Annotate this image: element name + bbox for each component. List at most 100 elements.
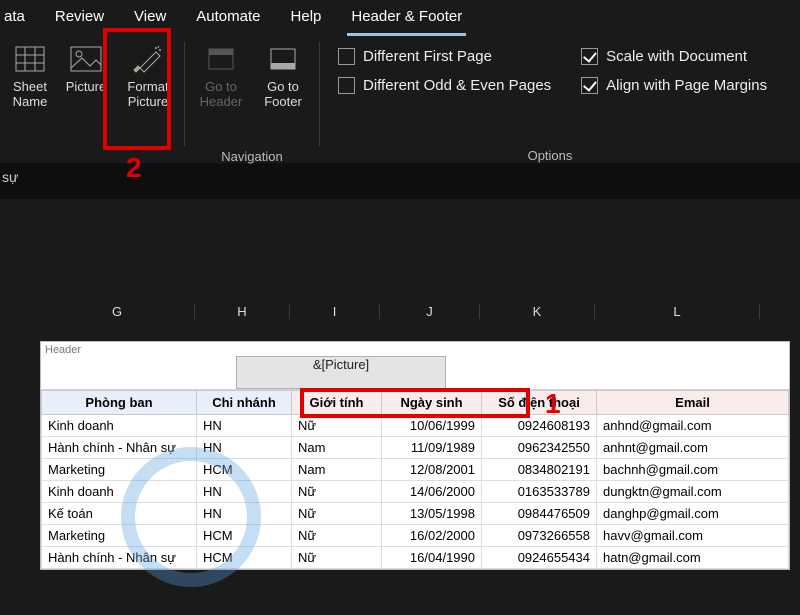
cell-phone[interactable]: 0163533789 <box>482 481 597 503</box>
checkbox-icon <box>338 48 355 65</box>
cell-dob[interactable]: 11/09/1989 <box>382 437 482 459</box>
cell-phone[interactable]: 0924608193 <box>482 415 597 437</box>
go-to-footer-button[interactable]: Go toFooter <box>253 36 313 145</box>
cell-dept[interactable]: Hành chính - Nhân sự <box>42 437 197 459</box>
col-K[interactable]: K <box>480 304 595 319</box>
cell-dob[interactable]: 12/08/2001 <box>382 459 482 481</box>
tab-header-footer[interactable]: Header & Footer <box>347 4 466 36</box>
diff-first-label: Different First Page <box>363 48 492 65</box>
annotation-number-2: 2 <box>126 152 142 184</box>
cell-dept[interactable]: Marketing <box>42 525 197 547</box>
tab-help[interactable]: Help <box>287 4 326 36</box>
th-phone[interactable]: Số điện thoại <box>482 391 597 415</box>
cell-branch[interactable]: HCM <box>197 525 292 547</box>
picture-label: Picture <box>66 80 106 95</box>
cell-dept[interactable]: Marketing <box>42 459 197 481</box>
cell-phone[interactable]: 0834802191 <box>482 459 597 481</box>
th-gender[interactable]: Giới tính <box>292 391 382 415</box>
cell-dob[interactable]: 16/04/1990 <box>382 547 482 569</box>
ribbon-tabs: ata Review View Automate Help Header & F… <box>0 0 800 36</box>
scale-doc-checkbox[interactable]: Scale with Document <box>575 46 773 67</box>
sheet-name-l1: Sheet <box>13 79 47 94</box>
cell-phone[interactable]: 0962342550 <box>482 437 597 459</box>
tab-review[interactable]: Review <box>51 4 108 36</box>
picture-button[interactable]: Picture <box>56 36 116 145</box>
cell-email[interactable]: havv@gmail.com <box>597 525 789 547</box>
go-header-l1: Go to <box>205 79 237 94</box>
header-left-box[interactable] <box>41 356 236 389</box>
sheet-name-button[interactable]: SheetName <box>6 36 54 145</box>
cell-gender[interactable]: Nữ <box>292 415 382 437</box>
cell-email[interactable]: bachnh@gmail.com <box>597 459 789 481</box>
col-G[interactable]: G <box>40 304 195 319</box>
cell-email[interactable]: hatn@gmail.com <box>597 547 789 569</box>
align-margins-checkbox[interactable]: Align with Page Margins <box>575 75 773 96</box>
paintbrush-icon <box>131 42 165 76</box>
table-row[interactable]: Hành chính - Nhân sựHNNam11/09/198909623… <box>42 437 789 459</box>
cell-gender[interactable]: Nữ <box>292 547 382 569</box>
th-branch[interactable]: Chi nhánh <box>197 391 292 415</box>
column-headers: G H I J K L <box>0 299 800 321</box>
th-email[interactable]: Email <box>597 391 789 415</box>
go-footer-l1: Go to <box>267 79 299 94</box>
th-dob[interactable]: Ngày sinh <box>382 391 482 415</box>
worksheet-page: Header &[Picture] Phòng ban Chi nhánh Gi… <box>40 341 790 570</box>
checkbox-icon <box>338 77 355 94</box>
tab-view[interactable]: View <box>130 4 170 36</box>
cell-gender[interactable]: Nữ <box>292 525 382 547</box>
format-picture-button[interactable]: FormatPicture <box>118 36 178 145</box>
checkbox-checked-icon <box>581 48 598 65</box>
cell-gender[interactable]: Nữ <box>292 481 382 503</box>
cell-dob[interactable]: 10/06/1999 <box>382 415 482 437</box>
cell-dept[interactable]: Kinh doanh <box>42 481 197 503</box>
cell-gender[interactable]: Nam <box>292 437 382 459</box>
cell-dob[interactable]: 16/02/2000 <box>382 525 482 547</box>
col-H[interactable]: H <box>195 304 290 319</box>
cell-dob[interactable]: 14/06/2000 <box>382 481 482 503</box>
sheet-grid-icon <box>13 42 47 76</box>
col-I[interactable]: I <box>290 304 380 319</box>
diff-first-page-checkbox[interactable]: Different First Page <box>332 46 557 67</box>
cell-dept[interactable]: Kinh doanh <box>42 415 197 437</box>
annotation-number-1: 1 <box>545 388 561 420</box>
table-row[interactable]: Kinh doanhHNNữ14/06/20000163533789dungkt… <box>42 481 789 503</box>
cell-branch[interactable]: HN <box>197 415 292 437</box>
table-row[interactable]: Hành chính - Nhân sựHCMNữ16/04/199009246… <box>42 547 789 569</box>
table-row[interactable]: Kinh doanhHNNữ10/06/19990924608193anhnd@… <box>42 415 789 437</box>
table-row[interactable]: MarketingHCMNữ16/02/20000973266558havv@g… <box>42 525 789 547</box>
tab-data[interactable]: ata <box>0 4 29 36</box>
table-row[interactable]: Kế toánHNNữ13/05/19980984476509danghp@gm… <box>42 503 789 525</box>
cell-dept[interactable]: Hành chính - Nhân sự <box>42 547 197 569</box>
cell-branch[interactable]: HCM <box>197 459 292 481</box>
footer-bottom-icon <box>266 42 300 76</box>
cell-phone[interactable]: 0924655434 <box>482 547 597 569</box>
cell-dept[interactable]: Kế toán <box>42 503 197 525</box>
header-right-box[interactable] <box>446 356 789 389</box>
cell-email[interactable]: danghp@gmail.com <box>597 503 789 525</box>
cell-gender[interactable]: Nữ <box>292 503 382 525</box>
cell-phone[interactable]: 0984476509 <box>482 503 597 525</box>
formula-bar-area: sự <box>0 163 800 199</box>
cell-branch[interactable]: HN <box>197 481 292 503</box>
cell-branch[interactable]: HN <box>197 503 292 525</box>
cell-phone[interactable]: 0973266558 <box>482 525 597 547</box>
group-label-navigation: Navigation <box>191 145 313 166</box>
diff-odd-even-checkbox[interactable]: Different Odd & Even Pages <box>332 75 557 96</box>
tab-automate[interactable]: Automate <box>192 4 264 36</box>
cell-branch[interactable]: HN <box>197 437 292 459</box>
diff-oddeven-label: Different Odd & Even Pages <box>363 77 551 94</box>
cell-email[interactable]: anhnd@gmail.com <box>597 415 789 437</box>
cell-dob[interactable]: 13/05/1998 <box>382 503 482 525</box>
cell-email[interactable]: anhnt@gmail.com <box>597 437 789 459</box>
sheet-name-l2: Name <box>13 94 48 109</box>
cell-gender[interactable]: Nam <box>292 459 382 481</box>
cell-branch[interactable]: HCM <box>197 547 292 569</box>
format-picture-l1: Format <box>127 79 168 94</box>
col-J[interactable]: J <box>380 304 480 319</box>
col-L[interactable]: L <box>595 304 760 319</box>
ribbon-group-navigation: Go toHeader Go toFooter Navigation <box>185 36 319 166</box>
table-row[interactable]: MarketingHCMNam12/08/20010834802191bachn… <box>42 459 789 481</box>
header-center-box[interactable]: &[Picture] <box>236 356 446 389</box>
cell-email[interactable]: dungktn@gmail.com <box>597 481 789 503</box>
th-dept[interactable]: Phòng ban <box>42 391 197 415</box>
